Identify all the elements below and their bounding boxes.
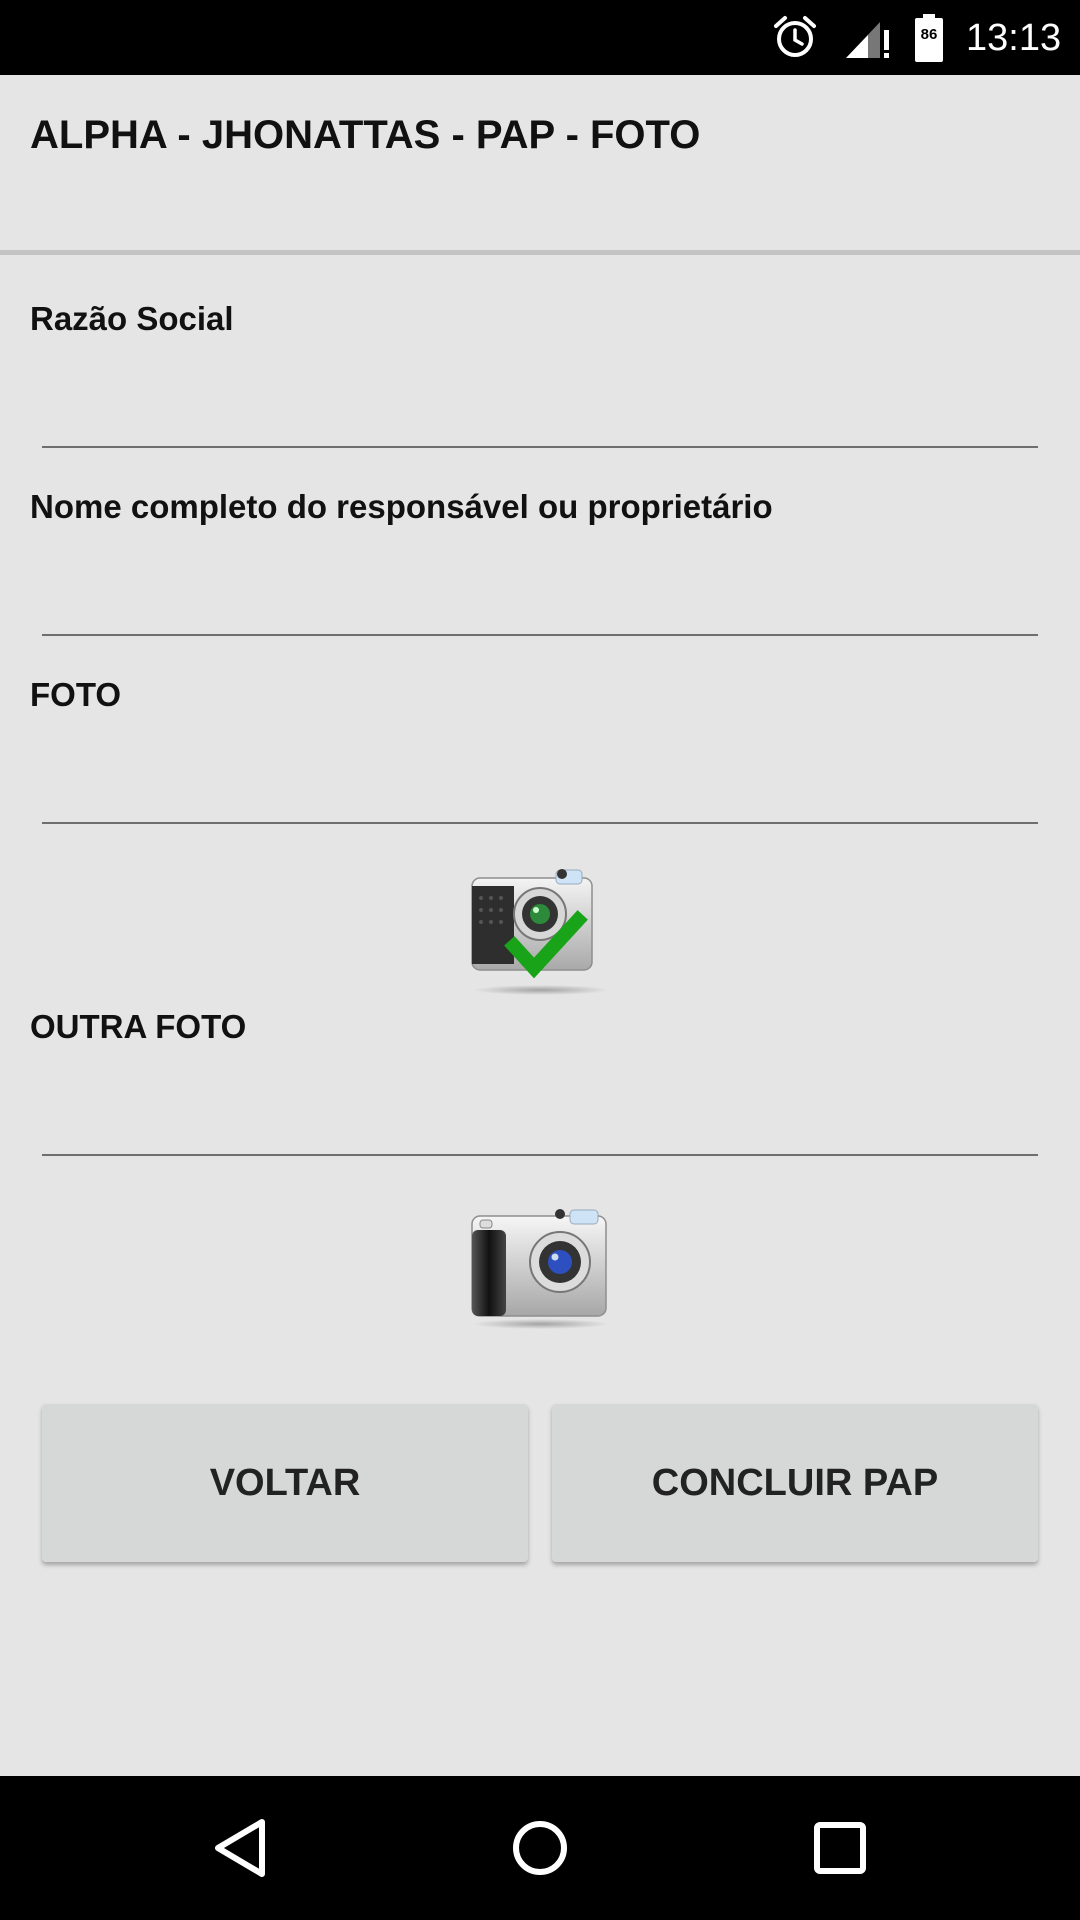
finish-pap-button[interactable]: CONCLUIR PAP xyxy=(552,1404,1038,1562)
razao-social-input[interactable] xyxy=(42,388,1038,448)
back-icon[interactable] xyxy=(200,1808,280,1888)
screen: 86 13:13 ALPHA - JHONATTAS - PAP - FOTO … xyxy=(0,0,1080,1920)
signal-icon xyxy=(846,22,889,58)
alarm-icon xyxy=(774,16,816,57)
title-divider xyxy=(0,250,1080,255)
responsavel-label: Nome completo do responsável ou propriet… xyxy=(30,488,773,525)
status-bar: 86 13:13 xyxy=(0,0,1080,75)
recents-icon[interactable] xyxy=(800,1808,880,1888)
foto-input[interactable] xyxy=(42,764,1038,824)
foto-label: FOTO xyxy=(30,676,122,713)
home-icon[interactable] xyxy=(500,1808,580,1888)
camera-checked-icon[interactable] xyxy=(466,858,616,998)
outra-foto-input[interactable] xyxy=(42,1096,1038,1156)
battery-level: 86 xyxy=(920,26,938,43)
clock-time: 13:13 xyxy=(966,17,1062,59)
back-button[interactable]: VOLTAR xyxy=(42,1404,528,1562)
camera-icon[interactable] xyxy=(466,1196,616,1336)
outra-foto-label: OUTRA FOTO xyxy=(30,1008,247,1045)
navigation-bar xyxy=(0,1776,1080,1920)
app-title-bar: ALPHA - JHONATTAS - PAP - FOTO xyxy=(0,75,1080,251)
razao-social-label: Razão Social xyxy=(30,300,234,337)
page-title: ALPHA - JHONATTAS - PAP - FOTO xyxy=(30,113,701,157)
responsavel-input[interactable] xyxy=(42,576,1038,636)
